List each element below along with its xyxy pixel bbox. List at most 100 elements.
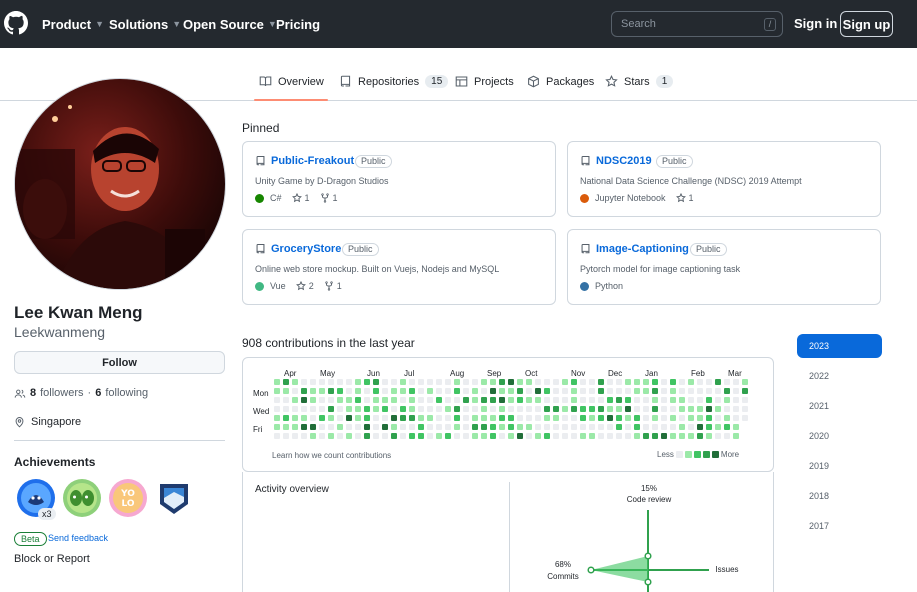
contribution-cell[interactable]	[679, 379, 685, 385]
contribution-cell[interactable]	[688, 424, 694, 430]
contribution-cell[interactable]	[652, 415, 658, 421]
contribution-cell[interactable]	[418, 379, 424, 385]
contribution-cell[interactable]	[328, 379, 334, 385]
contribution-cell[interactable]	[589, 406, 595, 412]
contribution-cell[interactable]	[715, 415, 721, 421]
contribution-cell[interactable]	[625, 379, 631, 385]
contribution-cell[interactable]	[580, 397, 586, 403]
contribution-cell[interactable]	[391, 379, 397, 385]
contribution-cell[interactable]	[481, 406, 487, 412]
contribution-cell[interactable]	[607, 406, 613, 412]
contribution-cell[interactable]	[463, 388, 469, 394]
contribution-cell[interactable]	[553, 406, 559, 412]
contribution-cell[interactable]	[661, 379, 667, 385]
contribution-cell[interactable]	[634, 415, 640, 421]
contribution-cell[interactable]	[436, 433, 442, 439]
contribution-cell[interactable]	[328, 397, 334, 403]
contribution-cell[interactable]	[742, 397, 748, 403]
contribution-cell[interactable]	[472, 379, 478, 385]
contribution-cell[interactable]	[346, 424, 352, 430]
contribution-cell[interactable]	[481, 388, 487, 394]
contribution-cell[interactable]	[283, 379, 289, 385]
contribution-cell[interactable]	[526, 406, 532, 412]
contribution-cell[interactable]	[544, 388, 550, 394]
contribution-cell[interactable]	[652, 406, 658, 412]
contribution-cell[interactable]	[418, 424, 424, 430]
contribution-cell[interactable]	[508, 406, 514, 412]
contribution-cell[interactable]	[418, 406, 424, 412]
contribution-cell[interactable]	[679, 388, 685, 394]
contribution-cell[interactable]	[688, 397, 694, 403]
contribution-cell[interactable]	[634, 397, 640, 403]
contribution-cell[interactable]	[724, 406, 730, 412]
contribution-cell[interactable]	[607, 379, 613, 385]
contribution-cell[interactable]	[418, 397, 424, 403]
contribution-cell[interactable]	[346, 433, 352, 439]
contribution-cell[interactable]	[598, 397, 604, 403]
contribution-cell[interactable]	[562, 415, 568, 421]
contribution-cell[interactable]	[724, 433, 730, 439]
contribution-cell[interactable]	[508, 397, 514, 403]
repo-stars[interactable]: 2	[295, 281, 314, 291]
search-input[interactable]: Search /	[611, 11, 783, 37]
contribution-cell[interactable]	[652, 397, 658, 403]
contribution-cell[interactable]	[652, 433, 658, 439]
contribution-cell[interactable]	[697, 424, 703, 430]
contribution-cell[interactable]	[544, 415, 550, 421]
contribution-cell[interactable]	[409, 433, 415, 439]
contribution-cell[interactable]	[661, 397, 667, 403]
contribution-cell[interactable]	[571, 388, 577, 394]
contribution-cell[interactable]	[607, 433, 613, 439]
contribution-cell[interactable]	[472, 388, 478, 394]
contribution-cell[interactable]	[454, 415, 460, 421]
contribution-cell[interactable]	[715, 433, 721, 439]
contribution-cell[interactable]	[670, 379, 676, 385]
contribution-cell[interactable]	[625, 406, 631, 412]
contribution-cell[interactable]	[526, 397, 532, 403]
contribution-cell[interactable]	[679, 424, 685, 430]
contribution-cell[interactable]	[283, 397, 289, 403]
contribution-cell[interactable]	[697, 406, 703, 412]
year-2023[interactable]: 2023	[797, 334, 882, 358]
followers-label[interactable]: followers	[40, 387, 83, 399]
contribution-cell[interactable]	[535, 379, 541, 385]
contribution-cell[interactable]	[652, 424, 658, 430]
contribution-cell[interactable]	[445, 433, 451, 439]
contribution-cell[interactable]	[472, 406, 478, 412]
contribution-cell[interactable]	[733, 433, 739, 439]
contribution-cell[interactable]	[319, 388, 325, 394]
follow-button[interactable]: Follow	[14, 351, 225, 374]
contribution-cell[interactable]	[490, 379, 496, 385]
contribution-cell[interactable]	[319, 433, 325, 439]
contribution-cell[interactable]	[400, 379, 406, 385]
contribution-cell[interactable]	[364, 433, 370, 439]
contribution-cell[interactable]	[400, 397, 406, 403]
contribution-cell[interactable]	[310, 433, 316, 439]
contribution-cell[interactable]	[373, 415, 379, 421]
contribution-cell[interactable]	[418, 433, 424, 439]
tab-overview[interactable]: Overview	[259, 75, 324, 88]
contribution-cell[interactable]	[463, 406, 469, 412]
contribution-cell[interactable]	[472, 424, 478, 430]
year-2019[interactable]: 2019	[797, 454, 882, 478]
contribution-cell[interactable]	[526, 424, 532, 430]
contribution-cell[interactable]	[328, 406, 334, 412]
contribution-cell[interactable]	[733, 415, 739, 421]
contribution-cell[interactable]	[724, 415, 730, 421]
contribution-cell[interactable]	[535, 397, 541, 403]
contribution-cell[interactable]	[607, 388, 613, 394]
contribution-cell[interactable]	[292, 424, 298, 430]
contribution-cell[interactable]	[463, 415, 469, 421]
contribution-cell[interactable]	[373, 433, 379, 439]
contribution-cell[interactable]	[643, 415, 649, 421]
contribution-cell[interactable]	[355, 415, 361, 421]
contribution-cell[interactable]	[544, 397, 550, 403]
contribution-cell[interactable]	[598, 424, 604, 430]
avatar[interactable]	[14, 78, 226, 290]
contribution-cell[interactable]	[607, 424, 613, 430]
contribution-cell[interactable]	[319, 415, 325, 421]
contribution-cell[interactable]	[364, 424, 370, 430]
contribution-cell[interactable]	[706, 406, 712, 412]
contribution-cell[interactable]	[661, 388, 667, 394]
nav-solutions[interactable]: Solutions ▼	[109, 0, 181, 48]
